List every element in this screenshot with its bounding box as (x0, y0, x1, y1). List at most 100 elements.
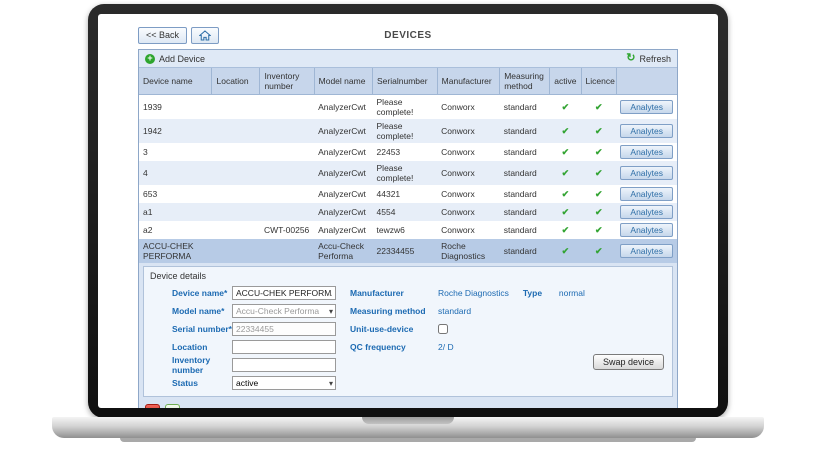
licence-check-icon: ✔ (581, 143, 617, 161)
device-name-input[interactable] (232, 285, 336, 300)
form-actions (139, 400, 677, 408)
table-row[interactable]: 1939 AnalyzerCwt Please complete! Conwor… (139, 94, 677, 119)
model-name-select[interactable]: Accu-Check Performa (232, 303, 336, 318)
analytes-button[interactable]: Analytes (620, 145, 673, 159)
refresh-label: Refresh (639, 53, 671, 64)
serial-number-input[interactable] (232, 321, 336, 336)
inventory-cell (259, 239, 315, 263)
confirm-button[interactable] (165, 404, 180, 408)
table-row[interactable]: 1942 AnalyzerCwt Please complete! Conwor… (139, 119, 677, 143)
analytes-button[interactable]: Analytes (620, 187, 673, 201)
device-name-label: Device name* (172, 287, 228, 298)
analytes-button[interactable]: Analytes (620, 205, 673, 219)
swap-device-button[interactable]: Swap device (592, 354, 664, 370)
inventory-cell (259, 143, 315, 161)
home-button[interactable] (191, 26, 220, 44)
active-check-icon: ✔ (549, 239, 581, 263)
licence-check-icon: ✔ (581, 161, 617, 185)
analytes-button[interactable]: Analytes (620, 124, 673, 138)
analytes-button[interactable]: Analytes (620, 100, 673, 114)
add-device-button[interactable]: Add Device (145, 53, 206, 64)
location-cell (211, 161, 260, 185)
method-cell: standard (499, 143, 550, 161)
refresh-icon (626, 53, 635, 64)
location-input[interactable] (232, 339, 336, 354)
device-name-cell: 4 (139, 161, 212, 185)
licence-check-icon: ✔ (581, 203, 617, 221)
status-label: Status (172, 377, 198, 388)
table-row[interactable]: 4 AnalyzerCwt Please complete! Conworx s… (139, 161, 677, 185)
method-cell: standard (499, 94, 550, 119)
table-header-row: Device name Location Inventory number Mo… (139, 68, 677, 95)
active-check-icon: ✔ (549, 94, 581, 119)
inventory-cell: CWT-00256 (259, 221, 315, 239)
licence-check-icon: ✔ (581, 221, 617, 239)
measuring-method-value: standard (438, 305, 472, 316)
licence-check-icon: ✔ (581, 119, 617, 143)
model-name-label: Model name* (172, 305, 225, 316)
location-label: Location (172, 341, 208, 352)
unit-use-checkbox[interactable] (438, 323, 448, 334)
measuring-method-label: Measuring method (350, 305, 426, 316)
device-name-cell: a2 (139, 221, 212, 239)
serial-cell: Please complete! (372, 94, 438, 119)
serial-number-label: Serial number* (172, 323, 232, 334)
location-cell (211, 143, 260, 161)
table-row[interactable]: a1 AnalyzerCwt 4554 Conworx standard ✔ ✔… (139, 203, 677, 221)
table-row-selected[interactable]: ACCU-CHEK PERFORMA Accu-Check Performa 2… (139, 239, 677, 263)
status-value: active (236, 377, 259, 388)
col-active: active (549, 68, 582, 95)
location-cell (211, 185, 260, 203)
location-cell (211, 203, 260, 221)
col-actions (615, 68, 677, 95)
device-details-panel: Device details Device name* Model name* … (143, 266, 673, 397)
table-row[interactable]: 653 AnalyzerCwt 44321 Conworx standard ✔… (139, 185, 677, 203)
location-cell (211, 119, 260, 143)
manufacturer-label: Manufacturer (350, 287, 404, 298)
device-name-cell: 1939 (139, 94, 212, 119)
col-manufacturer: Manufacturer (436, 68, 501, 95)
serial-cell: 22453 (372, 143, 438, 161)
location-cell (211, 239, 260, 263)
method-cell: standard (499, 161, 550, 185)
back-button[interactable]: << Back (138, 26, 188, 44)
analytes-button[interactable]: Analytes (620, 244, 673, 258)
method-cell: standard (499, 221, 550, 239)
table-row[interactable]: 3 AnalyzerCwt 22453 Conworx standard ✔ ✔… (139, 143, 677, 161)
manufacturer-cell: Conworx (437, 94, 500, 119)
serial-cell: 22334455 (372, 239, 438, 263)
serial-cell: 44321 (372, 185, 438, 203)
details-title: Device details (150, 271, 207, 281)
inventory-cell (259, 185, 315, 203)
add-device-label: Add Device (159, 53, 206, 64)
serial-cell: 4554 (372, 203, 438, 221)
model-cell: AnalyzerCwt (314, 94, 373, 119)
col-licence: Licence (580, 68, 617, 95)
inventory-number-input[interactable] (232, 357, 336, 372)
devices-app: << Back DEVICES Add Device (138, 24, 678, 408)
active-check-icon: ✔ (549, 143, 581, 161)
laptop-screen: << Back DEVICES Add Device (98, 14, 718, 408)
analytes-button[interactable]: Analytes (620, 166, 673, 180)
chevron-down-icon (329, 378, 333, 388)
licence-check-icon: ✔ (581, 239, 617, 263)
table-row[interactable]: a2 CWT-00256 AnalyzerCwt tewzw6 Conworx … (139, 221, 677, 239)
inventory-cell (259, 94, 315, 119)
topbar: << Back DEVICES (138, 24, 678, 46)
cancel-button[interactable] (145, 404, 160, 408)
licence-check-icon: ✔ (581, 185, 617, 203)
status-select[interactable]: active (232, 375, 336, 390)
plus-icon (145, 53, 155, 64)
location-cell (211, 94, 260, 119)
model-cell: AnalyzerCwt (314, 221, 373, 239)
active-check-icon: ✔ (549, 119, 581, 143)
active-check-icon: ✔ (549, 221, 581, 239)
analytes-button[interactable]: Analytes (620, 223, 673, 237)
manufacturer-cell: Conworx (437, 203, 500, 221)
device-name-cell: 653 (139, 185, 212, 203)
method-cell: standard (499, 185, 550, 203)
col-location: Location (211, 68, 261, 95)
refresh-button[interactable]: Refresh (626, 53, 671, 64)
laptop-base-notch (362, 417, 454, 424)
toolbar: Add Device Refresh (139, 50, 677, 68)
